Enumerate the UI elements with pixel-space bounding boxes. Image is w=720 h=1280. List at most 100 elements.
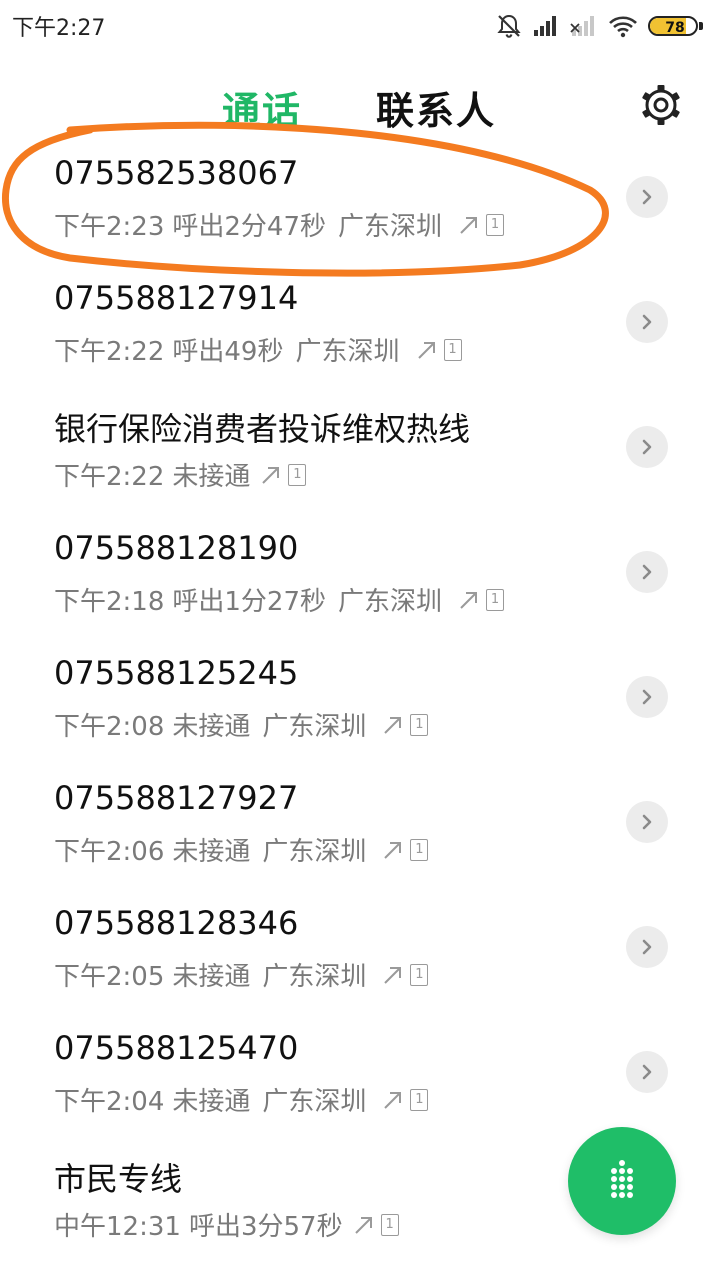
call-time: 下午2:18 [54,587,165,617]
call-time: 下午2:23 [54,212,165,242]
signal-empty-icon [570,16,594,36]
call-item[interactable]: 银行保险消费者投诉维权热线下午2:22 未接通 1 [0,390,720,515]
call-location: 广东深圳 [262,712,367,742]
call-status: 未接通 [172,837,251,867]
status-time: 下午2:27 [12,16,106,41]
sim-card-icon: 1 [410,963,429,986]
status-icons: 78 [496,8,708,44]
dialpad-button[interactable] [568,1127,676,1235]
chevron-right-icon [642,939,652,955]
call-location: 广东深圳 [338,212,443,242]
call-item[interactable]: 075582538067 下午2:23 呼出2分47秒 广东深圳 1 [0,140,720,265]
call-item[interactable]: 075588127927 下午2:06 未接通 广东深圳 1 [0,765,720,890]
call-detail-button[interactable] [626,676,668,718]
call-name: 075582538067 [54,154,299,192]
tab-calls[interactable]: 通话 [222,80,302,135]
call-time: 下午2:04 [54,1087,165,1117]
chevron-right-icon [642,189,652,205]
call-time: 中午12:31 [54,1212,181,1242]
chevron-right-icon [642,689,652,705]
call-details: 下午2:06 未接通 广东深圳 1 [54,831,429,868]
signal-icon [534,16,556,36]
mute-icon [497,14,521,38]
call-details: 下午2:23 呼出2分47秒 广东深圳 1 [54,206,505,243]
call-status: 呼出3分57秒 [188,1212,343,1242]
call-details: 下午2:18 呼出1分27秒 广东深圳 1 [54,581,505,618]
outgoing-call-icon [384,841,402,859]
call-name: 075588127914 [54,279,299,317]
call-time: 下午2:06 [54,837,165,867]
call-details: 下午2:22 呼出49秒 广东深圳 1 [54,331,462,368]
battery-icon: 78 [648,13,708,39]
call-time: 下午2:05 [54,962,165,992]
gear-icon[interactable] [640,84,682,126]
call-item[interactable]: 075588128346 下午2:05 未接通 广东深圳 1 [0,890,720,1015]
call-time: 下午2:22 [54,337,165,367]
call-item[interactable]: 075588127914 下午2:22 呼出49秒 广东深圳 1 [0,265,720,390]
tab-contacts[interactable]: 联系人 [376,80,496,135]
call-name: 银行保险消费者投诉维权热线 [54,410,471,448]
call-detail-button[interactable] [626,301,668,343]
outgoing-call-icon [460,216,478,234]
outgoing-call-icon [384,1091,402,1109]
call-details: 下午2:22 未接通 1 [54,456,307,493]
sim-card-icon: 1 [380,1213,399,1236]
call-name: 075588128190 [54,529,299,567]
chevron-right-icon [642,1064,652,1080]
sim-card-icon: 1 [486,213,505,236]
call-status: 呼出2分47秒 [172,212,327,242]
call-location: 广东深圳 [338,587,443,617]
call-location: 广东深圳 [295,337,400,367]
outgoing-call-icon [460,591,478,609]
call-name: 075588128346 [54,904,299,942]
sim-card-icon: 1 [486,588,505,611]
call-item[interactable]: 075588125470 下午2:04 未接通 广东深圳 1 [0,1015,720,1140]
call-list: 075582538067 下午2:23 呼出2分47秒 广东深圳 1 0755881279… [0,140,720,1265]
call-detail-button[interactable] [626,176,668,218]
battery-text: 78 [665,20,685,36]
sim-card-icon: 1 [410,838,429,861]
call-details: 下午2:05 未接通 广东深圳 1 [54,956,429,993]
sim-card-icon: 1 [443,338,462,361]
outgoing-call-icon [354,1216,372,1234]
call-location: 广东深圳 [262,962,367,992]
call-detail-button[interactable] [626,926,668,968]
chevron-right-icon [642,814,652,830]
call-name: 075588125245 [54,654,299,692]
header: 通话 联系人 [0,52,720,152]
call-location: 广东深圳 [262,837,367,867]
wifi-icon [609,16,637,38]
call-detail-button[interactable] [626,426,668,468]
chevron-right-icon [642,314,652,330]
call-location: 广东深圳 [262,1087,367,1117]
call-status: 未接通 [172,1087,251,1117]
call-status: 呼出49秒 [172,337,284,367]
outgoing-call-icon [262,466,280,484]
sim-card-icon: 1 [410,713,429,736]
call-status: 未接通 [172,712,251,742]
call-status: 未接通 [172,962,251,992]
call-detail-button[interactable] [626,1051,668,1093]
call-time: 下午2:22 [54,462,165,492]
call-item[interactable]: 075588128190 下午2:18 呼出1分27秒 广东深圳 1 [0,515,720,640]
call-name: 075588127927 [54,779,299,817]
call-time: 下午2:08 [54,712,165,742]
call-detail-button[interactable] [626,801,668,843]
call-detail-button[interactable] [626,551,668,593]
call-name: 市民专线 [54,1160,183,1198]
call-details: 中午12:31 呼出3分57秒 1 [54,1206,399,1243]
call-item[interactable]: 075588125245 下午2:08 未接通 广东深圳 1 [0,640,720,765]
chevron-right-icon [642,439,652,455]
sim-card-icon: 1 [288,463,307,486]
call-name: 075588125470 [54,1029,299,1067]
call-status: 呼出1分27秒 [172,587,327,617]
outgoing-call-icon [384,966,402,984]
call-details: 下午2:08 未接通 广东深圳 1 [54,706,429,743]
outgoing-call-icon [417,341,435,359]
call-status: 未接通 [172,462,251,492]
outgoing-call-icon [384,716,402,734]
status-bar: 下午2:27 78 [0,0,720,52]
chevron-right-icon [642,564,652,580]
call-details: 下午2:04 未接通 广东深圳 1 [54,1081,429,1118]
sim-card-icon: 1 [410,1088,429,1111]
